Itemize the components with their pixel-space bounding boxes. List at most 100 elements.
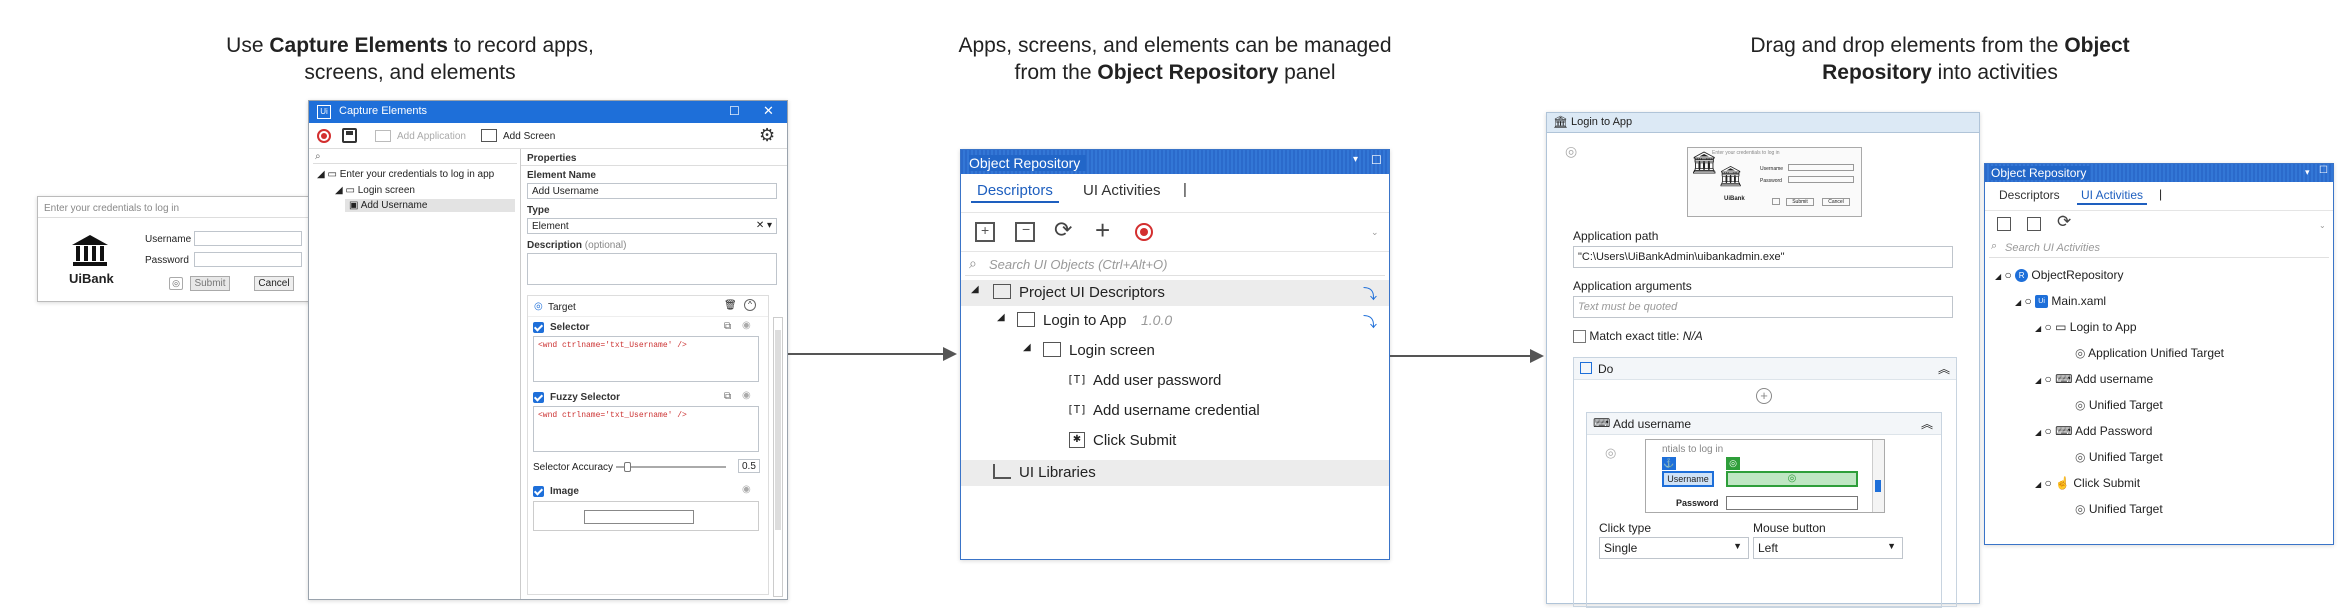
- settings-gear-icon[interactable]: ⚙: [759, 125, 775, 146]
- properties-pane: Properties Element Name Add Username Typ…: [521, 149, 787, 599]
- add-icon[interactable]: +: [1095, 215, 1110, 246]
- app-thumbnail: Enter your credentials to log in 🏛 🏛 UiB…: [1687, 147, 1862, 217]
- eye-icon[interactable]: ◉: [742, 320, 751, 331]
- collapse-all-icon[interactable]: −: [1015, 221, 1035, 242]
- or-small-click-submit-target[interactable]: ◎ Unified Target: [2075, 502, 2163, 516]
- image-preview: [533, 501, 759, 531]
- indicate-icon[interactable]: ◎: [1565, 143, 1577, 160]
- or-small-add-username[interactable]: ◢ ○ ⌨ Add username: [2035, 372, 2153, 386]
- delete-icon[interactable]: 🗑: [724, 300, 737, 311]
- or-small-click-submit[interactable]: ◢ ○ ☝ Click Submit: [2035, 476, 2140, 490]
- copy-icon[interactable]: ⧉: [724, 321, 731, 332]
- or-small-add-username-target[interactable]: ◎ Unified Target: [2075, 398, 2163, 412]
- or-dropdown-icon[interactable]: ▾: [2305, 167, 2310, 178]
- save-icon[interactable]: [342, 128, 357, 143]
- or-small-login-target[interactable]: ◎ Application Unified Target: [2075, 346, 2224, 360]
- collapse-icon[interactable]: ︽: [1938, 360, 1950, 377]
- tree-project-descriptors[interactable]: ◢ Project UI Descriptors ⤵: [961, 280, 1389, 306]
- app-args-input[interactable]: Text must be quoted: [1573, 296, 1953, 318]
- refresh-icon[interactable]: ⟳: [1054, 217, 1072, 243]
- add-application-icon[interactable]: [375, 130, 391, 142]
- caption-object-repository: Apps, screens, and elements can be manag…: [958, 34, 1392, 84]
- match-checkbox[interactable]: [1573, 330, 1586, 344]
- tree-item-app[interactable]: ◢ ▭ Enter your credentials to log in app: [317, 169, 494, 180]
- or-small-add-password-target[interactable]: ◎ Unified Target: [2075, 450, 2163, 464]
- accuracy-slider[interactable]: [616, 462, 726, 472]
- or-small-main[interactable]: ◢ ○ Ui Main.xaml: [2015, 294, 2106, 309]
- properties-scrollbar[interactable]: [773, 317, 783, 597]
- expand-all-icon[interactable]: [1997, 217, 2011, 231]
- or-small-root[interactable]: ◢ ○ R ObjectRepository: [1995, 268, 2123, 283]
- tree-ui-libraries[interactable]: UI Libraries: [961, 460, 1389, 486]
- tab-ui-activities[interactable]: UI Activities: [1083, 182, 1161, 199]
- app-path-input[interactable]: "C:\Users\UiBankAdmin\uibankadmin.exe": [1573, 246, 1953, 268]
- or-search[interactable]: ⌕ Search UI Objects (Ctrl+Alt+O): [965, 254, 1385, 276]
- record-icon[interactable]: [1135, 223, 1153, 241]
- eye-icon[interactable]: ◉: [742, 390, 751, 401]
- collapse-icon[interactable]: ^: [744, 299, 756, 311]
- or-title-bar: Object Repository ▾ ☐: [961, 150, 1389, 174]
- collapse-all-icon[interactable]: [2027, 217, 2041, 231]
- search-icon[interactable]: ⌕: [315, 151, 321, 162]
- import-icon[interactable]: ⤵: [1363, 284, 1377, 304]
- tab-descriptors[interactable]: Descriptors: [1999, 188, 2060, 202]
- image-label: Image: [550, 486, 579, 497]
- add-username-activity[interactable]: ⌨ Add username ︽ ◎ ntials to log in ⚓ Us…: [1586, 412, 1942, 608]
- or-maximize-icon[interactable]: ☐: [1371, 153, 1382, 167]
- tree-element-submit[interactable]: ✱ Click Submit: [961, 428, 1389, 454]
- match-exact-title[interactable]: Match exact title: N/A: [1573, 329, 1703, 344]
- text-element-icon: [T]: [1067, 403, 1087, 416]
- capture-title-bar: Ui Capture Elements ☐ ✕: [309, 101, 787, 123]
- username-input[interactable]: [194, 231, 302, 246]
- mouse-button-select[interactable]: Left ▼: [1753, 537, 1903, 559]
- close-icon[interactable]: ✕: [763, 103, 774, 119]
- cancel-button[interactable]: Cancel: [254, 276, 294, 291]
- fuzzy-selector-editor[interactable]: <wnd ctrlname='txt_Username' />: [533, 406, 759, 452]
- maximize-icon[interactable]: ☐: [729, 104, 740, 118]
- tree-item-screen[interactable]: ◢ ▭ Login screen: [335, 185, 415, 196]
- or-small-add-password[interactable]: ◢ ○ ⌨ Add Password: [2035, 424, 2152, 438]
- or-small-search[interactable]: ⌕ Search UI Activities: [1989, 240, 2329, 258]
- copy-icon[interactable]: ⧉: [724, 391, 731, 402]
- type-select[interactable]: Element ✕ ▾: [527, 218, 777, 234]
- uibank-logo-icon: [70, 233, 110, 272]
- do-icon: [1580, 362, 1592, 374]
- tab-descriptors[interactable]: Descriptors: [971, 182, 1059, 203]
- tree-element-password[interactable]: [T] Add user password: [961, 368, 1389, 394]
- record-icon[interactable]: [317, 129, 331, 143]
- collapse-icon[interactable]: ︽: [1921, 415, 1933, 432]
- do-container: Do ︽ + ⌨ Add username ︽ ◎ ntials to log …: [1573, 357, 1957, 608]
- expand-all-icon[interactable]: +: [975, 222, 995, 242]
- image-checkbox[interactable]: [533, 486, 544, 497]
- or-small-login[interactable]: ◢ ○ ▭ Login to App: [2035, 320, 2137, 334]
- overflow-icon[interactable]: ⌄: [2319, 221, 2326, 230]
- xaml-icon: Ui: [2035, 295, 2049, 309]
- tree-app-login[interactable]: ◢ Login to App 1.0.0 ⤵: [961, 308, 1389, 334]
- tree-element-username[interactable]: [T] Add username credential: [961, 398, 1389, 424]
- overflow-icon[interactable]: ⌄: [1371, 227, 1379, 238]
- indicate-icon[interactable]: ◎: [1605, 445, 1616, 461]
- import-icon[interactable]: ⤵: [1363, 312, 1377, 332]
- add-screen-icon[interactable]: [481, 129, 497, 142]
- accuracy-value[interactable]: 0.5: [738, 459, 760, 473]
- element-name-input[interactable]: Add Username: [527, 183, 777, 199]
- selector-checkbox[interactable]: [533, 322, 544, 333]
- submit-button[interactable]: Submit: [190, 276, 230, 291]
- click-type-select[interactable]: Single ▼: [1599, 537, 1749, 559]
- eye-icon[interactable]: ◉: [742, 484, 751, 495]
- selector-editor[interactable]: <wnd ctrlname='txt_Username' />: [533, 336, 759, 382]
- tab-ui-activities[interactable]: UI Activities: [2077, 188, 2148, 205]
- or-dropdown-icon[interactable]: ▾: [1353, 154, 1358, 165]
- add-activity-icon[interactable]: +: [1756, 388, 1772, 404]
- or-maximize-icon[interactable]: ☐: [2319, 165, 2328, 176]
- app-args-label: Application arguments: [1573, 279, 1692, 293]
- app-icon: [1017, 312, 1035, 327]
- tree-login-screen[interactable]: ◢ Login screen: [961, 338, 1389, 364]
- add-application-button[interactable]: Add Application: [397, 131, 466, 142]
- description-input[interactable]: [527, 253, 777, 285]
- password-input[interactable]: [194, 252, 302, 267]
- add-screen-button[interactable]: Add Screen: [503, 131, 555, 142]
- tree-item-element[interactable]: ▣ Add Username: [345, 199, 515, 212]
- refresh-icon[interactable]: ⟳: [2057, 212, 2071, 232]
- fuzzy-selector-checkbox[interactable]: [533, 392, 544, 403]
